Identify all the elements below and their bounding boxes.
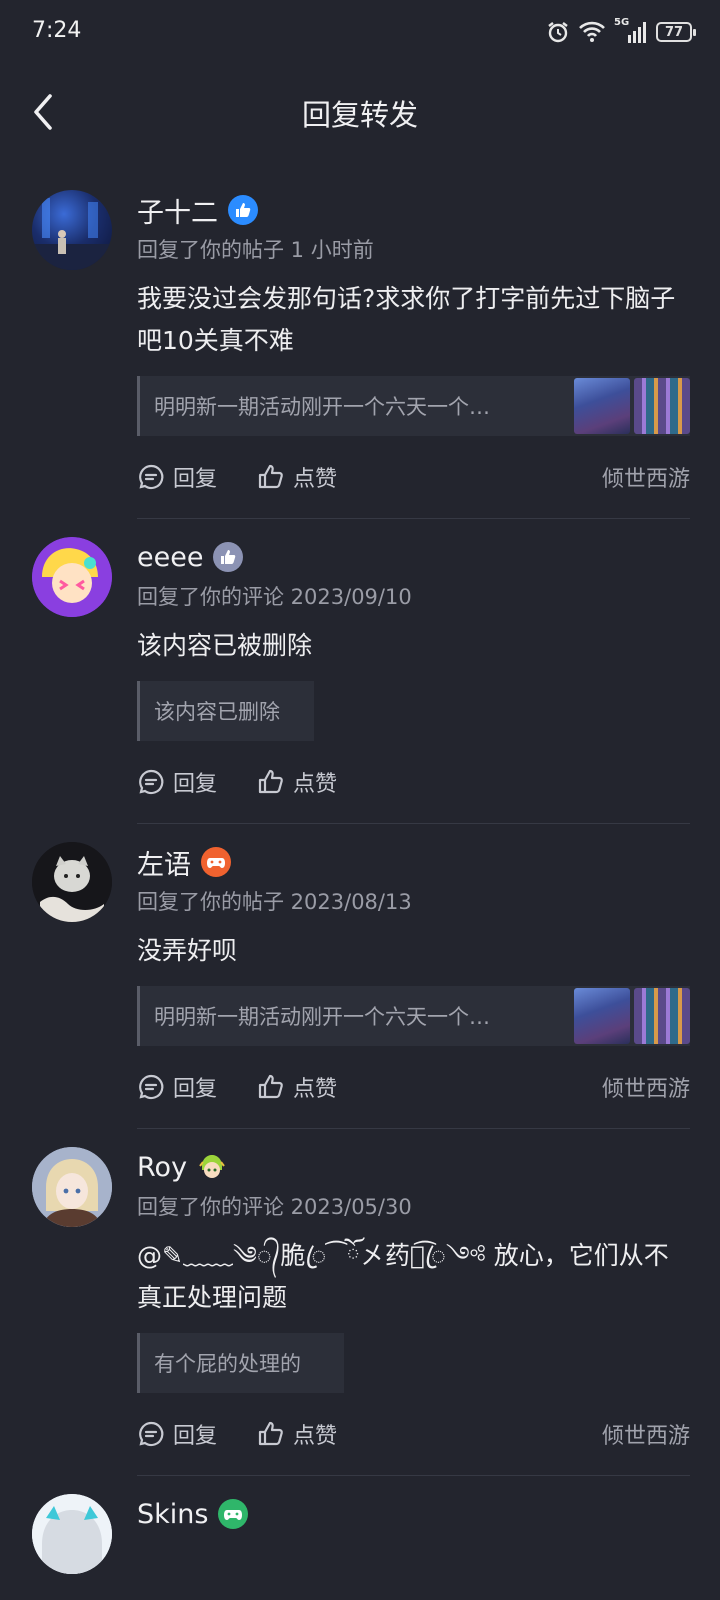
quoted-post[interactable]: 明明新一期活动刚开一个六天一个… — [137, 986, 690, 1046]
reply-meta: 回复了你的评论 2023/05/30 — [137, 1195, 412, 1219]
reply-item[interactable]: 左语 回复了你的帖子 2023/08/13 没弄好呗 明明新一期活动刚开一个六天… — [0, 824, 720, 1129]
thumbnail-image — [634, 988, 690, 1044]
like-button[interactable]: 点赞 — [257, 1418, 337, 1450]
header: 回复转发 — [0, 70, 720, 154]
thumbs-up-icon — [258, 1074, 283, 1099]
thumbnail-image — [634, 378, 690, 434]
reply-item[interactable]: 子十二 回复了你的帖子 1 小时前 我要没过会发那句话?求求你了打字前先过下脑子… — [0, 172, 720, 519]
wifi-icon — [579, 21, 605, 42]
alarm-icon — [548, 22, 568, 43]
reply-meta: 回复了你的帖子 1 小时前 — [137, 238, 374, 262]
action-bar: 回复 点赞 倾世西游 — [137, 1393, 690, 1475]
character-badge-icon — [197, 1152, 227, 1182]
action-bar: 回复 点赞 倾世西游 — [137, 436, 690, 518]
reply-content[interactable]: 该内容已被删除 — [137, 625, 690, 667]
user-name[interactable]: Skins — [137, 1499, 208, 1530]
quote-thumbnails — [574, 378, 690, 434]
quote-thumbnails — [574, 988, 690, 1044]
thumbs-up-badge-icon — [228, 195, 258, 225]
quoted-comment[interactable]: 该内容已删除 — [137, 681, 314, 741]
status-bar: 7:24 5G 77 — [0, 0, 720, 64]
status-time: 7:24 — [32, 18, 82, 43]
quote-text: 明明新一期活动刚开一个六天一个… — [154, 1005, 490, 1029]
comment-icon — [139, 464, 164, 490]
reply-button[interactable]: 回复 — [137, 461, 217, 493]
gamepad-badge-icon — [201, 847, 231, 877]
signal-icon: 5G — [614, 17, 648, 45]
reply-content[interactable]: 没弄好呗 — [137, 930, 690, 972]
reply-content[interactable]: 我要没过会发那句话?求求你了打字前先过下脑子吧10关真不难 — [137, 278, 690, 362]
quote-text: 该内容已删除 — [154, 700, 280, 724]
avatar[interactable] — [32, 842, 112, 922]
reply-item[interactable]: Roy 回复了你的评论 2023/05/30 @✎﹏﹏༄᭄脆ꦿ⁀ོ㐅药ོ͡ꦿ༺ … — [0, 1129, 720, 1476]
action-bar: 回复 点赞 倾世西游 — [137, 1046, 690, 1128]
thumbnail-image — [574, 988, 630, 1044]
quoted-comment[interactable]: 有个屁的处理的 — [137, 1333, 344, 1393]
reply-meta: 回复了你的评论 2023/09/10 — [137, 585, 412, 609]
reply-item[interactable]: eeee 回复了你的评论 2023/09/10 该内容已被删除 该内容已删除 回… — [0, 519, 720, 824]
thumbs-up-icon — [258, 769, 283, 794]
status-icons: 5G 77 — [546, 16, 696, 48]
quote-text: 明明新一期活动刚开一个六天一个… — [154, 395, 490, 419]
battery-icon: 77 — [656, 22, 696, 42]
user-name[interactable]: 左语 — [137, 843, 191, 882]
reply-button[interactable]: 回复 — [137, 1071, 217, 1103]
comment-icon — [139, 769, 164, 795]
reply-item[interactable]: Skins — [0, 1476, 720, 1574]
quoted-post[interactable]: 明明新一期活动刚开一个六天一个… — [137, 376, 690, 436]
like-button[interactable]: 点赞 — [257, 1071, 337, 1103]
thumbs-up-icon — [258, 1421, 283, 1446]
reply-button[interactable]: 回复 — [137, 1418, 217, 1450]
user-name[interactable]: 子十二 — [137, 191, 218, 230]
comment-icon — [139, 1421, 164, 1447]
avatar[interactable] — [32, 1147, 112, 1227]
avatar[interactable] — [32, 537, 112, 617]
comment-icon — [139, 1074, 164, 1100]
thumbnail-image — [574, 378, 630, 434]
reply-button[interactable]: 回复 — [137, 766, 217, 798]
user-name[interactable]: Roy — [137, 1152, 187, 1183]
avatar[interactable] — [32, 1494, 112, 1574]
source-game[interactable]: 倾世西游 — [602, 1418, 690, 1450]
page-title: 回复转发 — [301, 98, 418, 132]
thumbs-up-badge-icon — [213, 542, 244, 572]
action-bar: 回复 点赞 — [137, 741, 690, 823]
source-game[interactable]: 倾世西游 — [602, 1071, 690, 1103]
user-name[interactable]: eeee — [137, 542, 203, 573]
gamepad-badge-icon — [218, 1499, 249, 1529]
like-button[interactable]: 点赞 — [257, 461, 337, 493]
source-game[interactable]: 倾世西游 — [602, 461, 690, 493]
reply-content[interactable]: @✎﹏﹏༄᭄脆ꦿ⁀ོ㐅药ོ͡ꦿ༺ 放心，它们从不真正处理问题 — [137, 1235, 690, 1319]
quote-text: 有个屁的处理的 — [154, 1352, 301, 1376]
reply-meta: 回复了你的帖子 2023/08/13 — [137, 890, 412, 914]
reply-list: 子十二 回复了你的帖子 1 小时前 我要没过会发那句话?求求你了打字前先过下脑子… — [0, 172, 720, 1574]
thumbs-up-icon — [258, 464, 283, 489]
avatar[interactable] — [32, 190, 112, 270]
like-button[interactable]: 点赞 — [257, 766, 337, 798]
